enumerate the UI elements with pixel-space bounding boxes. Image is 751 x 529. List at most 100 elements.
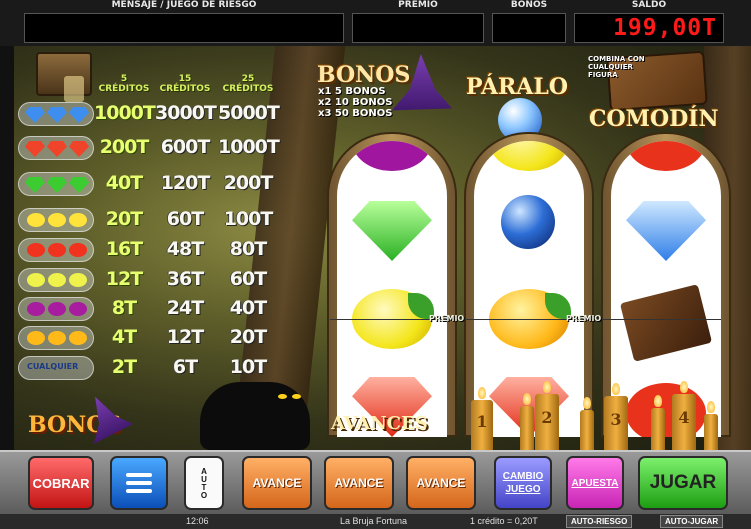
green-diamond-icon (18, 172, 94, 196)
reel-3 (611, 141, 721, 437)
blue-diamond-icon (18, 102, 94, 126)
premio-marker: PREMIO (429, 314, 465, 323)
paytable-row: 1000T 3000T 5000T (14, 100, 284, 128)
blue-diamond-icon (626, 201, 706, 261)
control-panel: COBRAR AUTO AVANCE AVANCE AVANCE CAMBIO … (0, 450, 751, 514)
jugar-button[interactable]: JUGAR (638, 456, 728, 510)
payout-value: 60T (229, 268, 267, 290)
saldo-display: 199,00T (574, 13, 724, 43)
paytable-row: 200T 600T 1000T (14, 134, 284, 162)
auto-label: AUTO (199, 467, 209, 499)
cambio-juego-button[interactable]: CAMBIO JUEGO (494, 456, 552, 510)
spellbook-wild-icon (619, 284, 713, 362)
avance-2-button[interactable]: AVANCE (324, 456, 394, 510)
payout-value: 1000T (218, 136, 280, 158)
saldo-label: SALDO (631, 0, 667, 10)
comodin-hint: COMBINA CON CUALQUIER FIGURA (588, 55, 645, 79)
payout-value: 12T (166, 326, 204, 348)
payline (330, 319, 721, 320)
plum-icon (352, 141, 432, 171)
cobrar-button[interactable]: COBRAR (28, 456, 94, 510)
auto-jugar-button[interactable]: AUTO-JUGAR (660, 515, 724, 528)
avance-3-button[interactable]: AVANCE (406, 456, 476, 510)
message-label: MENSAJE / JUEGO DE RIESGO (111, 0, 257, 10)
top-info-bar: MENSAJE / JUEGO DE RIESGO PREMIO BONOS S… (0, 0, 751, 46)
paytable-row: 4T 12T 20T (14, 324, 284, 352)
reel-2 (474, 141, 584, 437)
avance-1-button[interactable]: AVANCE (242, 456, 312, 510)
premio-display (352, 13, 484, 43)
status-bar: 12:06 La Bruja Fortuna 1 crédito = 0,20T… (0, 514, 751, 529)
paytable-header-5: 5 CRÉDITOS (98, 74, 150, 94)
payout-value: 120T (160, 172, 211, 194)
paytable-row: 20T 60T 100T (14, 206, 284, 234)
payout-value: 12T (105, 268, 143, 290)
payout-value: 48T (166, 238, 204, 260)
payout-value: 200T (223, 172, 274, 194)
paytable-header-25: 25 CRÉDITOS (222, 74, 274, 94)
candle-4: 4 (672, 381, 696, 450)
payout-value: 24T (166, 297, 204, 319)
lemon-icon (18, 268, 94, 292)
strawberry-icon (18, 238, 94, 262)
paytable-row: 16T 48T 80T (14, 236, 284, 264)
payout-value: 200T (99, 136, 150, 158)
credit-value: 1 crédito = 0,20T (470, 516, 538, 526)
bonus-title: BONOS (317, 62, 411, 88)
hamburger-icon (126, 473, 152, 477)
apuesta-button[interactable]: APUESTA (566, 456, 624, 510)
red-diamond-icon (18, 136, 94, 160)
bonus-line-2: x2 10 BONOS (318, 97, 393, 108)
payout-value: 20T (229, 326, 267, 348)
payout-value: 4T (111, 326, 137, 348)
candle-2: 2 (535, 381, 559, 450)
payout-value: 40T (229, 297, 267, 319)
bonus-line-1: x1 5 BONOS (318, 86, 386, 97)
paytable-header-15: 15 CRÉDITOS (159, 74, 211, 94)
comodin-title: COMODÍN (589, 106, 719, 132)
payout-value: 1000T (94, 102, 156, 124)
banana-icon (18, 208, 94, 232)
auto-button[interactable]: AUTO (184, 456, 224, 510)
payout-value: 8T (111, 297, 137, 319)
payout-value: 3000T (155, 102, 217, 124)
premio-marker: PREMIO (566, 314, 602, 323)
clock: 12:06 (186, 516, 209, 526)
paytable-row: 8T 24T 40T (14, 295, 284, 323)
reel-1 (337, 141, 447, 437)
lantern-decoration (36, 52, 92, 102)
candle-decoration (520, 393, 534, 450)
payout-value: 2T (111, 356, 137, 378)
bonos-label: BONOS (510, 0, 548, 10)
game-name: La Bruja Fortuna (340, 516, 408, 526)
lemon-icon (489, 141, 569, 171)
strawberry-icon (626, 141, 706, 171)
bonos-display (492, 13, 566, 43)
plum-icon (18, 297, 94, 321)
candle-3: 3 (604, 383, 628, 450)
payout-value: 80T (229, 238, 267, 260)
payout-value: 40T (105, 172, 143, 194)
candle-1: 1 (471, 387, 493, 450)
menu-button[interactable] (110, 456, 168, 510)
black-cat-icon (200, 382, 310, 450)
payout-value: 10T (229, 356, 267, 378)
payout-value: 16T (105, 238, 143, 260)
payout-value: 60T (166, 208, 204, 230)
payout-value: 5000T (218, 102, 280, 124)
crystal-ball-icon (489, 195, 569, 255)
payout-value: 600T (160, 136, 211, 158)
bonus-line-3: x3 50 BONOS (318, 108, 393, 119)
green-diamond-icon (352, 201, 432, 261)
candle-decoration (704, 401, 718, 450)
game-scene: 5 CRÉDITOS 15 CRÉDITOS 25 CRÉDITOS 1000T… (14, 46, 751, 450)
auto-riesgo-button[interactable]: AUTO-RIESGO (566, 515, 633, 528)
paytable-row: 12T 36T 60T (14, 266, 284, 294)
payout-value: 20T (105, 208, 143, 230)
payout-value: 100T (223, 208, 274, 230)
message-display (24, 13, 344, 43)
paytable-row: 40T 120T 200T (14, 170, 284, 198)
paytable-row: CUALQUIER 2T 6T 10T (14, 354, 284, 382)
candle-decoration (651, 395, 665, 450)
payout-value: 36T (166, 268, 204, 290)
